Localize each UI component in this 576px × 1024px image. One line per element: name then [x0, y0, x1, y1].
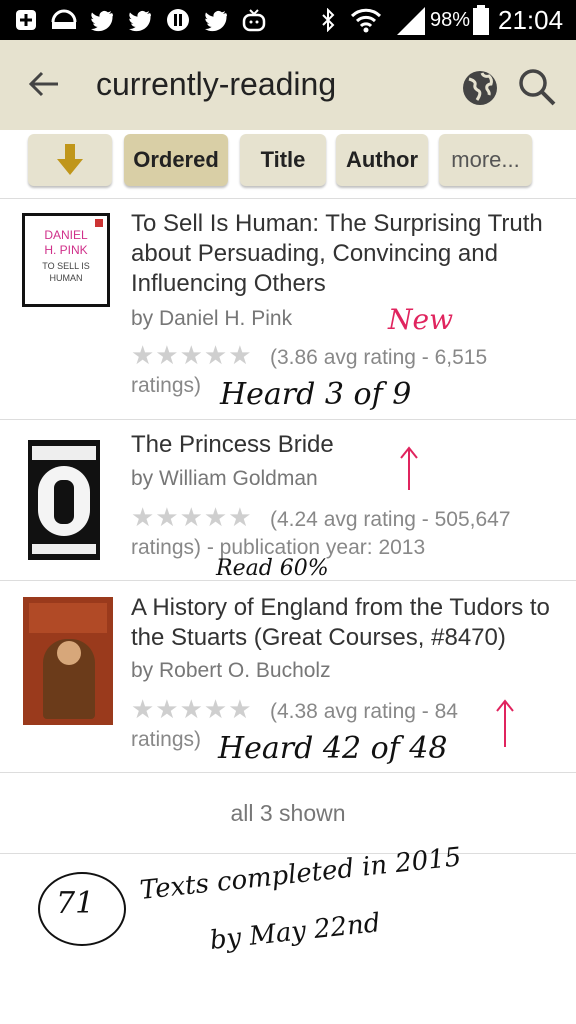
bluetooth-icon	[322, 8, 335, 32]
twitter-icon	[205, 10, 227, 32]
cover-author-2: H. PINK	[44, 243, 88, 257]
battery-percent: 98%	[430, 9, 471, 31]
cover-footer	[32, 544, 96, 554]
clock: 21:04	[498, 5, 564, 35]
handwritten-arrow-up	[496, 699, 514, 747]
book-cover	[28, 440, 100, 560]
router-icon	[51, 9, 77, 29]
action-bar: currently-reading	[0, 40, 576, 130]
cover-title-1: TO SELL IS	[42, 261, 90, 271]
book-author: by Daniel H. Pink	[131, 307, 293, 330]
page-title: currently-reading	[96, 66, 337, 102]
book-author: by William Goldman	[131, 467, 318, 490]
rating-text-cont: ratings)	[131, 728, 202, 751]
book-title[interactable]: A History of England from the Tudors to …	[131, 593, 561, 653]
book-author: by Robert O. Bucholz	[131, 659, 331, 682]
handwritten-note: Heard 3 of 9	[220, 377, 412, 412]
status-bar: 98% 21:04	[0, 0, 576, 40]
book-cover	[23, 597, 113, 725]
book-row[interactable]: A History of England from the Tudors to …	[0, 581, 576, 773]
book-title[interactable]: To Sell Is Human: The Surprising Truth a…	[131, 209, 561, 299]
back-arrow-icon[interactable]	[26, 66, 62, 102]
cover-title-2: HUMAN	[49, 273, 83, 283]
book-row[interactable]: DANIEL H. PINK TO SELL IS HUMAN To Sell …	[0, 199, 576, 420]
star-rating: ★★★★★	[131, 340, 253, 370]
plus-box-icon	[16, 10, 36, 30]
cover-banner	[32, 446, 96, 460]
star-rating: ★★★★★	[131, 502, 253, 532]
handwritten-count: 71	[56, 886, 95, 921]
cover-badge	[95, 219, 103, 227]
sort-bar: Ordered Title Author more...	[0, 130, 576, 199]
sort-author-button[interactable]: Author	[336, 134, 428, 186]
wifi-icon	[350, 8, 382, 33]
globe-icon[interactable]	[460, 68, 500, 108]
cover-portrait-face	[57, 641, 81, 665]
sort-title-button[interactable]: Title	[240, 134, 326, 186]
cover-figure	[54, 480, 74, 524]
handwritten-note: Read 60%	[216, 556, 329, 581]
download-arrow-icon	[57, 144, 83, 175]
book-cover: DANIEL H. PINK TO SELL IS HUMAN	[22, 213, 110, 307]
book-title[interactable]: The Princess Bride	[131, 430, 561, 460]
search-icon[interactable]	[516, 66, 558, 108]
handwritten-note: Heard 42 of 48	[218, 731, 448, 766]
battery-icon	[473, 5, 489, 35]
sort-ordered-button[interactable]: Ordered	[124, 134, 228, 186]
rating-text-cont: ratings)	[131, 374, 202, 397]
twitter-icon	[91, 10, 113, 32]
star-rating: ★★★★★	[131, 694, 253, 724]
list-footer: all 3 shown	[0, 773, 576, 854]
cover-author-1: DANIEL	[44, 228, 88, 242]
cover-header	[29, 603, 107, 633]
handwritten-line-2: by May 22nd	[208, 908, 382, 956]
sort-more-button[interactable]: more...	[439, 134, 532, 186]
signal-icon	[397, 7, 425, 35]
tv-icon	[242, 9, 266, 32]
rating-text: (3.86 avg rating - 6,515	[270, 346, 488, 369]
book-row[interactable]: The Princess Bride by William Goldman ★★…	[0, 420, 576, 581]
pause-circle-icon	[167, 9, 189, 31]
handwritten-arrow-up	[400, 446, 418, 490]
download-button[interactable]	[28, 134, 112, 186]
handwritten-note-new: New	[388, 303, 454, 336]
twitter-icon	[129, 10, 151, 32]
rating-text: (4.38 avg rating - 84	[270, 700, 458, 723]
rating-text: (4.24 avg rating - 505,647	[270, 508, 511, 531]
